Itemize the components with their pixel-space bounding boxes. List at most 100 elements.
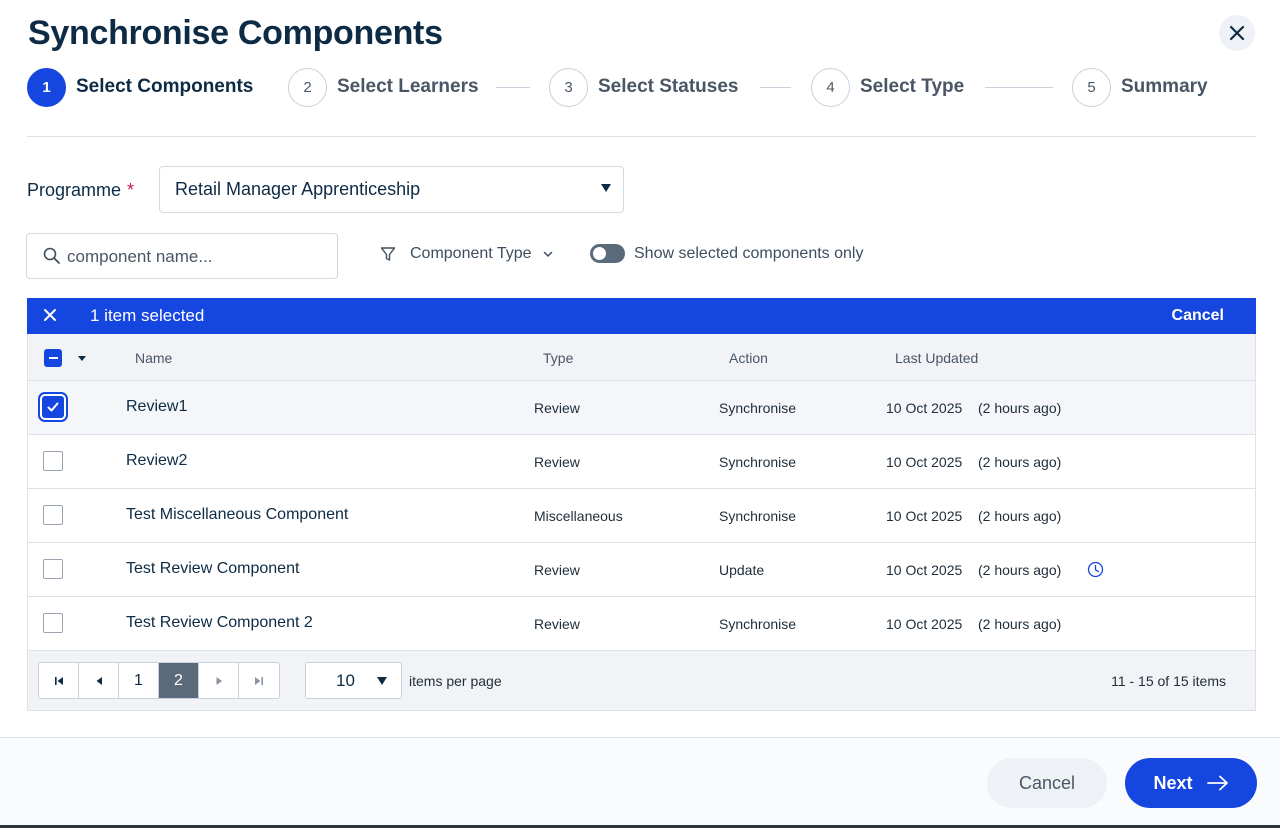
table-row[interactable]: Test Review Component 2 Review Synchroni… [28, 597, 1255, 651]
row-name: Review2 [126, 452, 188, 469]
next-page-button[interactable] [199, 663, 239, 698]
column-header-type[interactable]: Type [543, 350, 573, 366]
step-select-type[interactable]: 4 Select Type [811, 67, 964, 107]
next-button-label: Next [1153, 772, 1193, 793]
step-label: Select Statuses [598, 76, 739, 97]
step-label: Select Type [860, 76, 965, 97]
row-type: Review [534, 562, 580, 578]
next-button[interactable]: Next [1125, 758, 1257, 808]
page-size-dropdown[interactable]: 10 [305, 662, 402, 699]
clear-selection-button[interactable] [43, 308, 57, 322]
step-number: 4 [811, 67, 850, 107]
toggle-label: Show selected components only [634, 244, 864, 262]
row-checkbox[interactable] [43, 451, 63, 471]
selection-cancel-button[interactable]: Cancel [1172, 307, 1224, 325]
components-grid: Name Type Action Last Updated Review1 Re… [27, 334, 1256, 711]
filter-icon [380, 246, 396, 262]
page-size-value: 10 [336, 670, 355, 690]
step-number: 1 [27, 67, 66, 107]
row-name: Review1 [126, 398, 188, 415]
table-row[interactable]: Test Miscellaneous Component Miscellaneo… [28, 489, 1255, 543]
component-type-label: Component Type [410, 245, 532, 262]
step-connector [496, 87, 530, 88]
row-relative-time: (2 hours ago) [978, 508, 1062, 524]
table-row[interactable]: Review1 Review Synchronise 10 Oct 2025 (… [28, 381, 1255, 435]
dialog-title: Synchronise Components [28, 14, 443, 52]
step-number: 5 [1072, 67, 1111, 107]
last-page-button[interactable] [239, 663, 279, 698]
step-summary[interactable]: 5 Summary [1072, 67, 1208, 107]
row-name: Test Review Component [126, 560, 300, 577]
programme-label: Programme * [27, 180, 134, 201]
step-connector [985, 87, 1053, 88]
search-input[interactable] [67, 242, 327, 272]
row-date: 10 Oct 2025 [886, 616, 963, 632]
select-all-checkbox[interactable] [44, 349, 62, 367]
row-relative-time: (2 hours ago) [978, 562, 1062, 578]
row-type: Review [534, 616, 580, 632]
column-header-action[interactable]: Action [729, 350, 768, 366]
component-search[interactable] [26, 233, 338, 279]
table-row[interactable]: Test Review Component Review Update 10 O… [28, 543, 1255, 597]
check-icon [47, 402, 59, 412]
page-button-2[interactable]: 2 [159, 663, 199, 698]
row-type: Review [534, 454, 580, 470]
step-select-statuses[interactable]: 3 Select Statuses [549, 67, 738, 107]
row-action: Synchronise [719, 508, 797, 524]
component-type-filter[interactable]: Component Type [380, 245, 554, 263]
toggle-switch[interactable] [590, 244, 625, 263]
row-relative-time: (2 hours ago) [978, 400, 1062, 416]
row-action: Update [719, 562, 765, 578]
row-checkbox[interactable] [42, 396, 64, 418]
row-relative-time: (2 hours ago) [978, 454, 1062, 470]
programme-dropdown[interactable]: Retail Manager Apprenticeship [159, 166, 624, 213]
close-icon [1229, 25, 1245, 41]
arrow-right-icon [1206, 775, 1229, 791]
row-action: Synchronise [719, 454, 797, 470]
row-name: Test Miscellaneous Component [126, 506, 349, 523]
search-icon [43, 247, 60, 264]
items-per-page-label: items per page [409, 673, 502, 689]
row-date: 10 Oct 2025 [886, 562, 963, 578]
header-divider [27, 136, 1256, 137]
cancel-button[interactable]: Cancel [987, 758, 1107, 808]
caret-down-icon [601, 184, 611, 192]
selection-bar: 1 item selected Cancel [27, 298, 1256, 334]
grid-pager: 1 2 10 items per page 11 - 15 of 15 item… [28, 651, 1255, 711]
row-type: Miscellaneous [534, 508, 623, 524]
page-button-1[interactable]: 1 [119, 663, 159, 698]
prev-page-button[interactable] [79, 663, 119, 698]
row-type: Review [534, 400, 580, 416]
prev-page-icon [96, 676, 102, 685]
selected-count: 1 item selected [90, 306, 205, 325]
grid-header: Name Type Action Last Updated [28, 334, 1255, 381]
chevron-down-icon [542, 248, 554, 260]
step-select-components[interactable]: 1 Select Components [27, 67, 253, 107]
row-name: Test Review Component 2 [126, 614, 313, 631]
first-page-button[interactable] [39, 663, 79, 698]
row-checkbox[interactable] [43, 613, 63, 633]
step-number: 2 [288, 67, 327, 107]
programme-label-text: Programme [27, 180, 122, 200]
step-number: 3 [549, 67, 588, 107]
column-header-name[interactable]: Name [135, 350, 172, 366]
row-checkbox[interactable] [43, 559, 63, 579]
show-selected-toggle[interactable]: Show selected components only [590, 244, 863, 263]
close-icon [44, 309, 56, 321]
pager-buttons: 1 2 [38, 662, 280, 699]
column-header-last-updated[interactable]: Last Updated [895, 350, 978, 366]
select-menu-caret-icon[interactable] [78, 356, 86, 361]
required-mark: * [127, 180, 135, 200]
row-relative-time: (2 hours ago) [978, 616, 1062, 632]
row-date: 10 Oct 2025 [886, 400, 963, 416]
step-label: Summary [1121, 76, 1208, 97]
step-select-learners[interactable]: 2 Select Learners [288, 67, 479, 107]
row-checkbox[interactable] [43, 505, 63, 525]
step-label: Select Components [76, 76, 254, 97]
row-date: 10 Oct 2025 [886, 454, 963, 470]
row-date: 10 Oct 2025 [886, 508, 963, 524]
row-action: Synchronise [719, 616, 797, 632]
table-row[interactable]: Review2 Review Synchronise 10 Oct 2025 (… [28, 435, 1255, 489]
close-button[interactable] [1219, 15, 1255, 51]
clock-icon[interactable] [1087, 561, 1104, 578]
